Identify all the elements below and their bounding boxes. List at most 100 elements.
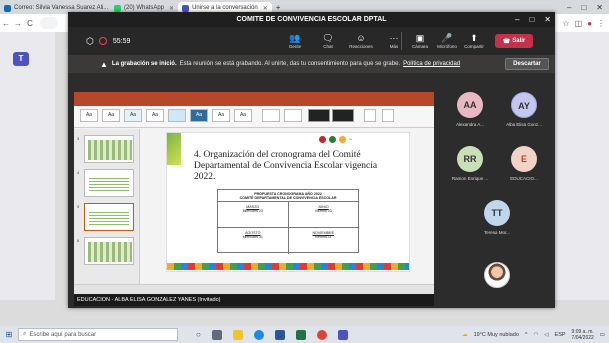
volume-icon[interactable]: ◁ bbox=[544, 332, 548, 338]
back-button[interactable]: ← bbox=[0, 19, 12, 28]
screen: Correo: Silvia Vanessa Suarez Ali... ✕ (… bbox=[0, 0, 609, 343]
close-tab-icon[interactable]: ✕ bbox=[169, 5, 174, 12]
meeting-close-button[interactable]: ✕ bbox=[544, 12, 551, 27]
network-icon[interactable]: ◠ bbox=[533, 332, 538, 338]
forward-button[interactable]: → bbox=[12, 19, 24, 28]
browser-tab-label: Unirse a la conversación bbox=[192, 5, 258, 11]
edge-icon[interactable] bbox=[253, 329, 264, 340]
chat-label: Chat bbox=[323, 44, 333, 49]
variant-thumbnail bbox=[262, 109, 280, 122]
meeting-maximize-button[interactable]: □ bbox=[529, 12, 534, 27]
task-view-icon[interactable]: ○ bbox=[196, 330, 201, 339]
file-explorer-icon[interactable] bbox=[232, 329, 243, 340]
schedule-table: PROPUESTA CRONOGRAMA AÑO 2022 COMITÉ DEP… bbox=[217, 189, 359, 254]
notifications-icon[interactable]: ▭ bbox=[600, 332, 605, 338]
browser-close-button[interactable]: ✕ bbox=[596, 3, 603, 12]
clock-date: 7/04/2022 bbox=[571, 334, 594, 341]
leave-label: Salir bbox=[512, 38, 526, 44]
privacy-policy-link[interactable]: Política de privacidad bbox=[403, 61, 460, 67]
slide-thumbnail-selected: 5 bbox=[77, 203, 134, 231]
slide-canvas: ~ 4. Organización del cronograma del Com… bbox=[166, 132, 410, 272]
media-controls: ▣ Cámara 🎤 Micrófono ⬆ Compartir ☎ Salir bbox=[398, 27, 533, 55]
taskbar-clock[interactable]: 9:09 a. m. 7/04/2022 bbox=[572, 329, 594, 341]
browser-maximize-button[interactable]: □ bbox=[581, 3, 586, 12]
camera-button[interactable]: ▣ Cámara bbox=[408, 27, 432, 55]
system-tray: ☁ 19°C Muy nublado ^ ◠ ◁ ESP 9:09 a. m. … bbox=[462, 329, 609, 341]
participant-name: Ramon Enrique ... bbox=[451, 176, 489, 181]
tray-chevron-icon[interactable]: ^ bbox=[525, 332, 528, 338]
participant-tile[interactable]: E EDUCACIO... bbox=[497, 146, 551, 181]
microphone-button[interactable]: 🎤 Micrófono bbox=[435, 27, 459, 55]
theme-thumbnail: Aa bbox=[102, 109, 120, 122]
page-background-right bbox=[555, 32, 609, 300]
meeting-timer: 55:59 bbox=[112, 37, 131, 45]
people-button[interactable]: 👥 Gente bbox=[283, 27, 307, 55]
chat-button[interactable]: 🗨 Chat bbox=[316, 27, 340, 55]
more-label: Más bbox=[389, 44, 399, 49]
slide-thumbnail: 6 bbox=[77, 237, 134, 265]
participant-tile[interactable]: RR Ramon Enrique ... bbox=[443, 146, 497, 181]
logo-icon bbox=[329, 136, 336, 143]
warning-icon: ▲ bbox=[100, 59, 108, 69]
schedule-cell: AGOSTO Miércoles 31 bbox=[218, 228, 289, 254]
avatar: AY bbox=[511, 92, 537, 118]
browser-menu-icon[interactable]: ⋮ bbox=[597, 19, 605, 28]
slides-pane: 3 4 5 6 bbox=[74, 129, 140, 284]
close-tab-icon[interactable]: ✕ bbox=[263, 5, 268, 12]
language-indicator[interactable]: ESP bbox=[555, 332, 566, 338]
address-bar[interactable] bbox=[40, 17, 58, 29]
variant-thumbnail bbox=[332, 109, 354, 122]
weather-text[interactable]: 19°C Muy nublado bbox=[474, 332, 519, 338]
format-background-icon bbox=[382, 109, 394, 122]
profile-icon[interactable]: ● bbox=[587, 19, 592, 28]
variant-thumbnail bbox=[284, 109, 302, 122]
self-video-tile[interactable] bbox=[470, 262, 524, 288]
clock-time: 9:09 a. m. bbox=[571, 328, 594, 335]
ppt-status-bar bbox=[74, 284, 434, 294]
whatsapp-icon bbox=[114, 4, 121, 12]
avatar: TT bbox=[484, 200, 510, 226]
chrome-icon[interactable] bbox=[316, 329, 327, 340]
dismiss-banner-button[interactable]: Descartar bbox=[505, 58, 549, 70]
bookmark-star-icon[interactable]: ☆ bbox=[562, 19, 569, 28]
schedule-cell: JUNIO Viernes 03 bbox=[289, 202, 359, 227]
shared-screen: Aa Aa Aa Aa Aa Aa Aa 3 4 5 6 ~ 4. Organi… bbox=[74, 92, 434, 294]
windows-start-icon[interactable]: ⊞ bbox=[0, 330, 18, 339]
reactions-icon: ☺ bbox=[356, 33, 366, 43]
theme-thumbnail: Aa bbox=[124, 109, 142, 122]
schedule-date: Viernes 03 bbox=[314, 209, 332, 213]
participant-tile[interactable]: AY Alba Elisa Gonz... bbox=[497, 92, 551, 127]
participant-tile[interactable]: TT Teresa Mor... bbox=[470, 200, 524, 235]
meeting-actions: 👥 Gente 🗨 Chat ☺ Reacciones ··· Más bbox=[283, 27, 406, 55]
reactions-button[interactable]: ☺ Reacciones bbox=[349, 27, 373, 55]
meeting-window-controls: – □ ✕ bbox=[515, 12, 551, 27]
weather-icon[interactable]: ☁ bbox=[462, 332, 468, 338]
meeting-window: COMITE DE CONVIVENCIA ESCOLAR DPTAL – □ … bbox=[68, 12, 555, 308]
share-button[interactable]: ⬆ Compartir bbox=[462, 27, 486, 55]
variant-thumbnail bbox=[308, 109, 330, 122]
browser-minimize-button[interactable]: – bbox=[567, 3, 571, 12]
reload-button[interactable]: C bbox=[24, 19, 36, 28]
shield-icon[interactable]: ⬡ bbox=[86, 36, 94, 47]
schedule-date: Miércoles 31 bbox=[242, 235, 263, 239]
teams-taskbar-icon[interactable] bbox=[337, 329, 348, 340]
excel-icon[interactable] bbox=[295, 329, 306, 340]
avatar: RR bbox=[457, 146, 483, 172]
word-icon[interactable] bbox=[274, 329, 285, 340]
meeting-title: COMITE DE CONVIVENCIA ESCOLAR DPTAL bbox=[68, 12, 555, 27]
avatar: AA bbox=[457, 92, 483, 118]
teams-logo-icon: T bbox=[13, 52, 29, 66]
browser-tab-label: Correo: Silvia Vanessa Suarez Ali... bbox=[14, 5, 109, 11]
teams-icon bbox=[182, 4, 190, 12]
browser-tab-label: (20) WhatsApp bbox=[124, 5, 165, 11]
leave-button[interactable]: ☎ Salir bbox=[495, 34, 533, 48]
people-icon: 👥 bbox=[289, 33, 301, 43]
extensions-icon[interactable]: ◫ bbox=[575, 19, 583, 28]
meeting-minimize-button[interactable]: – bbox=[515, 12, 519, 27]
chat-icon: 🗨 bbox=[322, 33, 334, 43]
new-tab-button[interactable]: + bbox=[276, 3, 281, 12]
taskbar-search[interactable]: ⌕ Escribe aquí para buscar bbox=[18, 328, 178, 341]
task-view-app-icon[interactable] bbox=[211, 329, 222, 340]
slide-logos: ~ bbox=[319, 136, 352, 143]
participant-tile[interactable]: AA Alexandra A... bbox=[443, 92, 497, 127]
